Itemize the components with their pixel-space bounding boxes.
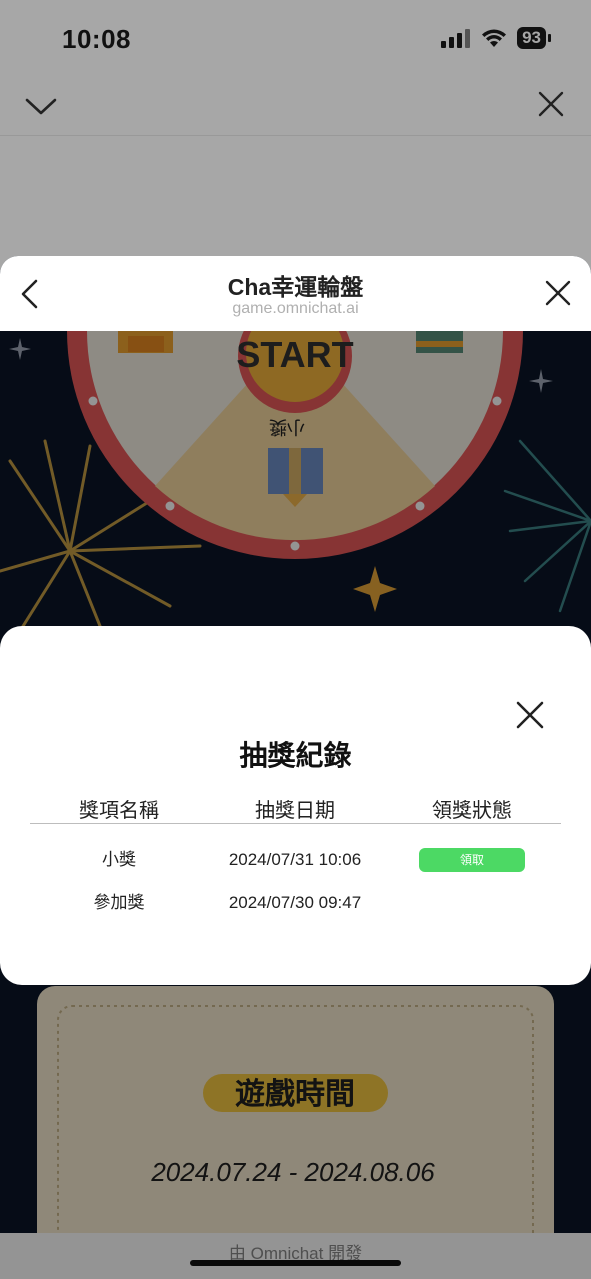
- record-table-header: 獎項名稱 抽獎日期 領獎狀態: [30, 794, 561, 824]
- chevron-down-icon[interactable]: [24, 92, 58, 120]
- column-header: 領獎狀態: [432, 800, 512, 822]
- prize-name: 小獎: [102, 850, 136, 869]
- table-row: 參加獎 2024/07/30 09:47: [30, 887, 561, 919]
- outer-header: [0, 78, 591, 136]
- column-header: 抽獎日期: [255, 800, 335, 822]
- column-header: 獎項名稱: [79, 800, 159, 822]
- battery-level: 93: [517, 27, 546, 49]
- modal-title: 抽獎紀錄: [239, 740, 352, 771]
- close-icon[interactable]: [515, 700, 545, 730]
- status-time: 10:08: [62, 24, 131, 54]
- sheet-header: Cha幸運輪盤 game.omnichat.ai: [0, 256, 591, 331]
- draw-date: 2024/07/31 10:06: [228, 850, 362, 869]
- draw-record-modal: 抽獎紀錄 獎項名稱 抽獎日期 領獎狀態 小獎 2024/07/31 10:06 …: [0, 626, 591, 985]
- status-bar: 10:08 93: [0, 0, 591, 78]
- close-icon[interactable]: [537, 90, 565, 118]
- prize-name: 參加獎: [93, 893, 145, 912]
- sheet-title: Cha幸運輪盤: [227, 274, 364, 300]
- signal-icon: [441, 29, 471, 48]
- close-icon[interactable]: [545, 280, 571, 306]
- sheet-url: game.omnichat.ai: [232, 300, 359, 317]
- table-row: 小獎 2024/07/31 10:06 領取: [30, 844, 561, 876]
- wifi-icon: [482, 29, 507, 47]
- draw-date: 2024/07/30 09:47: [228, 893, 362, 912]
- status-indicators: 93: [441, 27, 551, 49]
- battery-icon: [548, 34, 551, 42]
- claim-button[interactable]: 領取: [419, 848, 525, 872]
